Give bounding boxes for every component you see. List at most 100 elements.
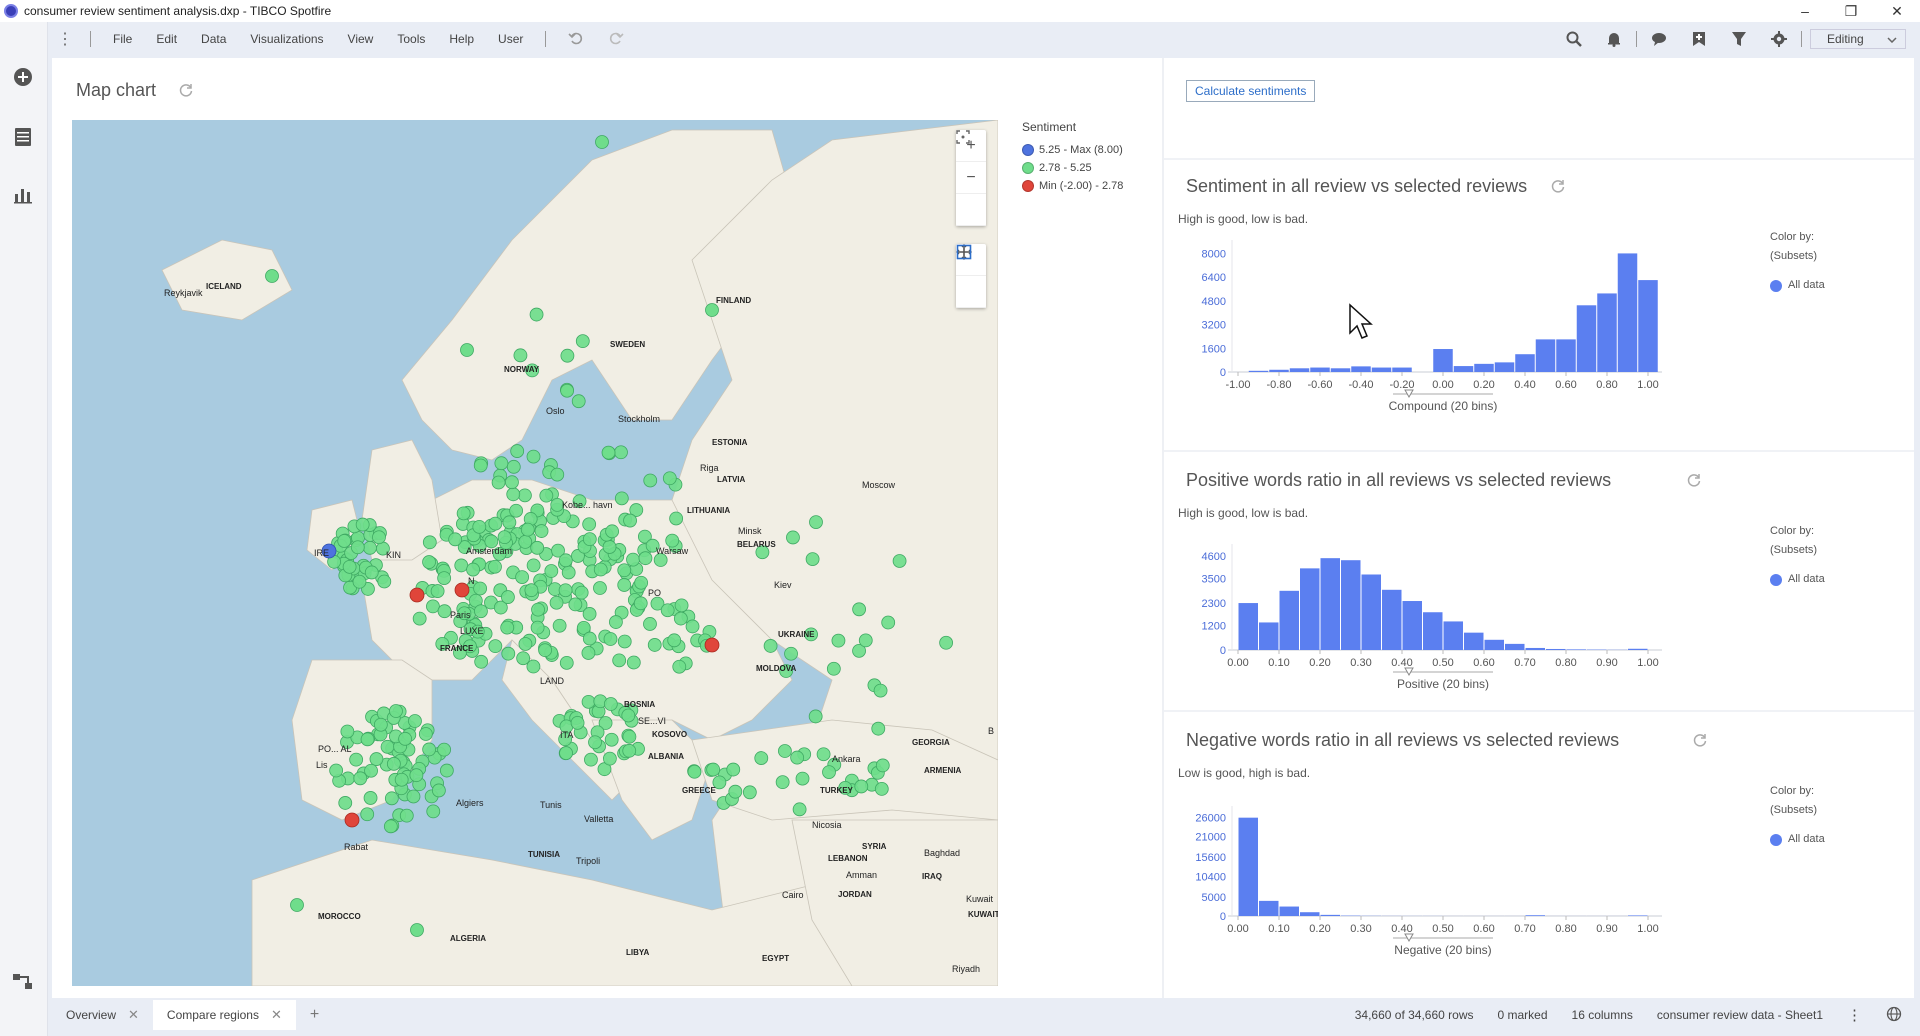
map-marker bbox=[560, 348, 575, 363]
map-marker bbox=[526, 449, 541, 464]
map-marker bbox=[634, 575, 649, 590]
x-tick-label: 0.30 bbox=[1350, 657, 1371, 669]
map-marker bbox=[349, 752, 364, 767]
map-marker bbox=[617, 634, 632, 649]
restore-button[interactable]: ❐ bbox=[1828, 0, 1874, 22]
color-by-value[interactable]: (Subsets) bbox=[1770, 801, 1825, 820]
zoom-to-fit-icon[interactable] bbox=[956, 130, 986, 226]
tab-compare-regions[interactable]: Compare regions ✕ bbox=[152, 1000, 296, 1030]
map-fragment-label: Lis bbox=[316, 760, 328, 770]
menu-visualizations[interactable]: Visualizations bbox=[238, 32, 335, 46]
map-marker bbox=[687, 764, 702, 779]
color-by-value[interactable]: (Subsets) bbox=[1770, 247, 1825, 266]
marked-count[interactable]: 0 marked bbox=[1498, 1008, 1548, 1022]
tab-overview-label: Overview bbox=[66, 1008, 117, 1022]
legend-label-low: Min (-2.00) - 2.78 bbox=[1039, 180, 1124, 192]
map-marker bbox=[529, 307, 544, 322]
x-tick-label: 0.40 bbox=[1514, 379, 1535, 391]
legend-item-low[interactable]: Min (-2.00) - 2.78 bbox=[1022, 180, 1123, 192]
refresh-icon[interactable] bbox=[1550, 178, 1566, 194]
y-tick-label: 8000 bbox=[1202, 248, 1226, 260]
refresh-icon[interactable] bbox=[1686, 472, 1702, 488]
sentiment-histogram[interactable]: 0 1600 3200 4800 6400 8000 -1.00 -0.80 -0.60 -0.4… bbox=[1178, 228, 1818, 438]
positive-histogram[interactable]: 0 1200 2300 3500 4600 0.00 0.10 0.20 0.30 0.40 0.5… bbox=[1178, 524, 1818, 704]
minimize-button[interactable]: – bbox=[1782, 0, 1828, 22]
map-marker bbox=[593, 581, 607, 595]
more-options-icon[interactable]: ⋮ bbox=[1847, 1006, 1862, 1024]
map-marker bbox=[473, 581, 488, 596]
menu-data[interactable]: Data bbox=[189, 32, 238, 46]
more-menu-icon[interactable]: ⋮ bbox=[50, 29, 80, 49]
legend-item-all-data[interactable]: All data bbox=[1770, 276, 1825, 295]
city-label: Algiers bbox=[456, 798, 484, 808]
map-marker bbox=[626, 552, 640, 567]
histogram-bar bbox=[1371, 367, 1392, 372]
x-tick-label: 0.80 bbox=[1555, 657, 1576, 669]
mode-dropdown[interactable]: Editing bbox=[1810, 29, 1906, 49]
map-marker bbox=[383, 819, 398, 834]
map-marker bbox=[822, 765, 836, 780]
histogram-bar bbox=[1453, 366, 1474, 372]
visualizations-icon[interactable] bbox=[10, 182, 36, 208]
close-icon[interactable]: ✕ bbox=[271, 1007, 282, 1023]
settings-icon[interactable] bbox=[1759, 24, 1799, 54]
menu-file[interactable]: File bbox=[101, 32, 144, 46]
undo-icon[interactable] bbox=[556, 30, 596, 49]
data-table-icon[interactable] bbox=[10, 124, 36, 150]
map-marker bbox=[372, 530, 386, 545]
comments-icon[interactable] bbox=[1639, 24, 1679, 54]
add-page-button[interactable]: + bbox=[296, 1000, 333, 1030]
map-marker bbox=[384, 791, 399, 806]
histogram-bar bbox=[1464, 632, 1484, 650]
color-by-value[interactable]: (Subsets) bbox=[1770, 541, 1825, 560]
legend-item-high[interactable]: 5.25 - Max (8.00) bbox=[1022, 144, 1123, 156]
menu-user[interactable]: User bbox=[486, 32, 535, 46]
calculate-sentiments-button[interactable]: Calculate sentiments bbox=[1186, 80, 1316, 102]
histogram-bar bbox=[1443, 621, 1463, 650]
globe-icon[interactable] bbox=[1886, 1006, 1902, 1025]
histogram-bar bbox=[1259, 622, 1279, 650]
bookmarks-icon[interactable] bbox=[1679, 24, 1719, 54]
menu-help[interactable]: Help bbox=[437, 32, 486, 46]
close-icon[interactable]: ✕ bbox=[128, 1007, 139, 1023]
city-label: Stockholm bbox=[618, 414, 661, 424]
map-marker bbox=[394, 772, 409, 787]
menu-edit[interactable]: Edit bbox=[144, 32, 189, 46]
add-icon[interactable] bbox=[10, 64, 36, 90]
refresh-icon[interactable] bbox=[178, 82, 194, 98]
close-button[interactable]: ✕ bbox=[1874, 0, 1920, 22]
map-canvas[interactable]: ICELAND FINLAND SWEDEN NORWAY ESTONIA LATVIA L… bbox=[72, 120, 998, 986]
histogram-bar bbox=[1474, 363, 1494, 372]
country-label: GREECE bbox=[682, 786, 716, 795]
negative-histogram[interactable]: 0 5000 10400 15600 21000 26000 0.00 0.10 0.20 0.3… bbox=[1178, 784, 1818, 974]
y-tick-label: 0 bbox=[1220, 645, 1226, 657]
zoom-out-icon[interactable]: − bbox=[956, 162, 986, 194]
data-table-name[interactable]: consumer review data - Sheet1 bbox=[1657, 1008, 1823, 1022]
legend-item-mid[interactable]: 2.78 - 5.25 bbox=[1022, 162, 1123, 174]
collaboration-icon[interactable] bbox=[10, 969, 36, 995]
filter-icon[interactable] bbox=[1719, 24, 1759, 54]
legend-item-all-data[interactable]: All data bbox=[1770, 570, 1825, 589]
x-tick-label: 0.50 bbox=[1432, 657, 1453, 669]
notifications-icon[interactable] bbox=[1594, 24, 1634, 54]
map-marker bbox=[660, 603, 675, 618]
menu-bar: ⋮ File Edit Data Visualizations View Too… bbox=[50, 24, 1914, 54]
menu-view[interactable]: View bbox=[336, 32, 386, 46]
map-marker bbox=[363, 791, 378, 805]
rectangle-select-icon[interactable] bbox=[956, 244, 986, 308]
map-marker bbox=[526, 659, 541, 674]
country-label: LATVIA bbox=[717, 475, 746, 484]
search-icon[interactable] bbox=[1554, 24, 1594, 54]
tab-overview[interactable]: Overview ✕ bbox=[52, 1000, 153, 1030]
map-marker bbox=[426, 804, 441, 819]
x-tick-label: 0.60 bbox=[1555, 379, 1576, 391]
map-marker bbox=[614, 491, 629, 506]
menu-tools[interactable]: Tools bbox=[385, 32, 437, 46]
histogram-bar bbox=[1361, 574, 1381, 650]
redo-icon[interactable] bbox=[596, 30, 636, 49]
legend-item-all-data[interactable]: All data bbox=[1770, 830, 1825, 849]
map-marker bbox=[581, 694, 596, 709]
map-marker bbox=[873, 683, 888, 698]
map-marker bbox=[352, 574, 367, 589]
refresh-icon[interactable] bbox=[1692, 732, 1708, 748]
